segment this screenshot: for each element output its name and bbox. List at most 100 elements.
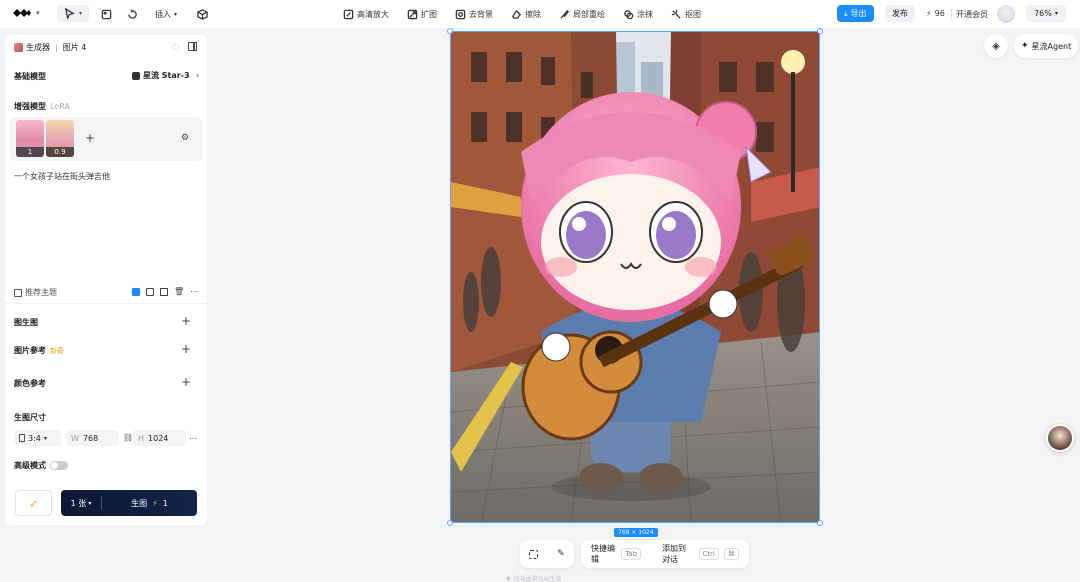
- tool-label: 擦除: [525, 9, 541, 19]
- add-image-ref-button[interactable]: +: [181, 343, 191, 355]
- height-input[interactable]: H 1024: [133, 430, 186, 446]
- cube-icon[interactable]: [196, 8, 208, 20]
- select-region-icon[interactable]: [529, 549, 539, 559]
- translate-icon[interactable]: [132, 287, 140, 296]
- tool-label: 去背景: [469, 9, 493, 19]
- add-to-chat-button[interactable]: 添加到对话: [662, 543, 693, 565]
- new-badge: 新奇: [50, 346, 64, 355]
- tool-upscale[interactable]: 高清放大: [342, 8, 389, 20]
- erase-icon: [510, 8, 522, 20]
- chevron-down-icon: ▾: [174, 11, 178, 18]
- lora-label: 增强模型: [14, 102, 46, 111]
- assistant-avatar[interactable]: [1046, 424, 1074, 452]
- lora-sub: LoRA: [50, 102, 70, 111]
- chevron-down-icon: ▾: [36, 9, 40, 17]
- download-icon: ⤓: [844, 8, 848, 18]
- agent-button[interactable]: ✦ 星流Agent: [1014, 34, 1079, 58]
- more-icon[interactable]: ⋯: [190, 287, 198, 296]
- advanced-toggle[interactable]: [50, 461, 68, 470]
- width-input[interactable]: W 768: [66, 430, 119, 446]
- divider: [951, 9, 952, 19]
- resize-icon[interactable]: [160, 287, 168, 296]
- boost-button[interactable]: ➶: [15, 490, 52, 516]
- add-color-ref-button[interactable]: +: [181, 376, 191, 388]
- recommend-label: 推荐主题: [25, 288, 57, 297]
- membership-label: 开通会员: [956, 10, 988, 19]
- adjust-icon[interactable]: ⚙: [181, 133, 189, 143]
- add-lora-button[interactable]: +: [85, 132, 95, 144]
- quick-edit-shortcut: Tab: [621, 548, 642, 560]
- quick-edit-button[interactable]: 快捷编辑: [591, 543, 616, 565]
- rotate-tool-icon[interactable]: [126, 8, 138, 20]
- breadcrumb: 生成器 | 图片 4: [14, 42, 86, 53]
- size-badge: 768 × 1024: [614, 528, 658, 537]
- link-icon[interactable]: ⛓: [123, 433, 133, 442]
- tool-erase[interactable]: 擦除: [510, 8, 541, 20]
- history-icon[interactable]: ◌: [172, 42, 179, 51]
- lora-thumb-1[interactable]: 1: [16, 120, 44, 157]
- tool-repaint[interactable]: 局部重绘: [558, 8, 605, 20]
- breadcrumb-separator: |: [55, 43, 58, 52]
- more-icon[interactable]: ⋯: [189, 434, 197, 443]
- generator-panel: 生成器 | 图片 4 ◌ 基础模型 星流 Star-3 › 增强模型 LoRA …: [5, 35, 207, 525]
- panel-toggle-icon[interactable]: [188, 42, 197, 51]
- resize-handle-tl[interactable]: [447, 28, 453, 34]
- rocket-icon: ➶: [28, 496, 39, 510]
- app-logo-menu[interactable]: ▾: [12, 7, 40, 19]
- sparkle-icon: ✦: [1021, 41, 1029, 51]
- add-img2img-button[interactable]: +: [181, 315, 191, 327]
- base-model-value: 星流 Star-3: [143, 71, 190, 80]
- chevron-right-icon: ›: [195, 70, 200, 81]
- link-icon: ⌘: [724, 548, 739, 560]
- smear-icon: [622, 8, 634, 20]
- export-button[interactable]: ⤓ 导出: [837, 5, 874, 22]
- breadcrumb-generator[interactable]: 生成器: [26, 42, 50, 53]
- resize-handle-tr[interactable]: [817, 28, 823, 34]
- resize-handle-br[interactable]: [817, 520, 823, 526]
- model-icon: [132, 71, 140, 80]
- lightning-icon: ⚡: [926, 9, 932, 18]
- avatar[interactable]: [997, 5, 1015, 23]
- chevron-down-icon: ▾: [1054, 10, 1058, 17]
- prompt-input[interactable]: 一个女孩子站在街头弹吉他: [14, 171, 110, 182]
- lora-thumb-2[interactable]: 0.9: [46, 120, 74, 157]
- base-model-label: 基础模型: [14, 72, 46, 81]
- generate-button[interactable]: 生图 ⚡ 1: [102, 498, 197, 509]
- ratio-value: 3:4: [28, 433, 41, 443]
- tool-expand[interactable]: 扩图: [406, 8, 437, 20]
- count-select[interactable]: 1 张 ▾: [61, 498, 101, 509]
- zoom-value: 76%: [1034, 9, 1052, 18]
- recommend-theme-button[interactable]: 推荐主题: [14, 287, 57, 298]
- tool-smear[interactable]: 涂抹: [622, 8, 653, 20]
- insert-label: 插入: [155, 10, 171, 19]
- trash-icon[interactable]: 🗑: [174, 287, 184, 296]
- tool-label: 涂抹: [637, 9, 653, 19]
- zoom-select[interactable]: 76% ▾: [1026, 5, 1066, 22]
- image-prompt-icon[interactable]: [146, 287, 154, 296]
- ratio-select[interactable]: 3:4 ▾: [14, 430, 61, 446]
- base-model-selector[interactable]: 星流 Star-3 ›: [132, 70, 199, 81]
- select-tool-button[interactable]: ▾: [57, 5, 89, 22]
- brush-icon[interactable]: ✎: [557, 549, 565, 559]
- chevron-down-icon: ▾: [43, 434, 47, 442]
- layers-button[interactable]: ◈: [984, 34, 1008, 58]
- lora-weight: 0.9: [46, 147, 74, 157]
- publish-button[interactable]: 发布: [885, 5, 915, 22]
- disclaimer-text: 内容由星流AI生成: [513, 576, 562, 582]
- membership-button[interactable]: 开通会员: [956, 9, 988, 20]
- chevron-down-icon: ▾: [88, 499, 92, 507]
- credits-count: 96: [934, 9, 945, 18]
- canvas-image[interactable]: [450, 31, 820, 523]
- tool-remove-bg[interactable]: 去背景: [454, 8, 493, 20]
- tool-cutout[interactable]: 抠图: [670, 8, 701, 20]
- image-tool-icon[interactable]: [100, 8, 112, 20]
- resize-handle-bl[interactable]: [447, 520, 453, 526]
- count-label: 1 张: [70, 498, 87, 508]
- generate-bar: 1 张 ▾ 生图 ⚡ 1: [61, 490, 197, 516]
- insert-menu[interactable]: 插入 ▾: [155, 9, 177, 20]
- credits-display[interactable]: ⚡ 96: [926, 9, 945, 18]
- lora-weight: 1: [16, 147, 44, 157]
- advanced-mode: 高级模式: [14, 460, 68, 471]
- prompt-actions: 🗑 ⋯: [132, 287, 198, 296]
- book-icon: [14, 288, 22, 297]
